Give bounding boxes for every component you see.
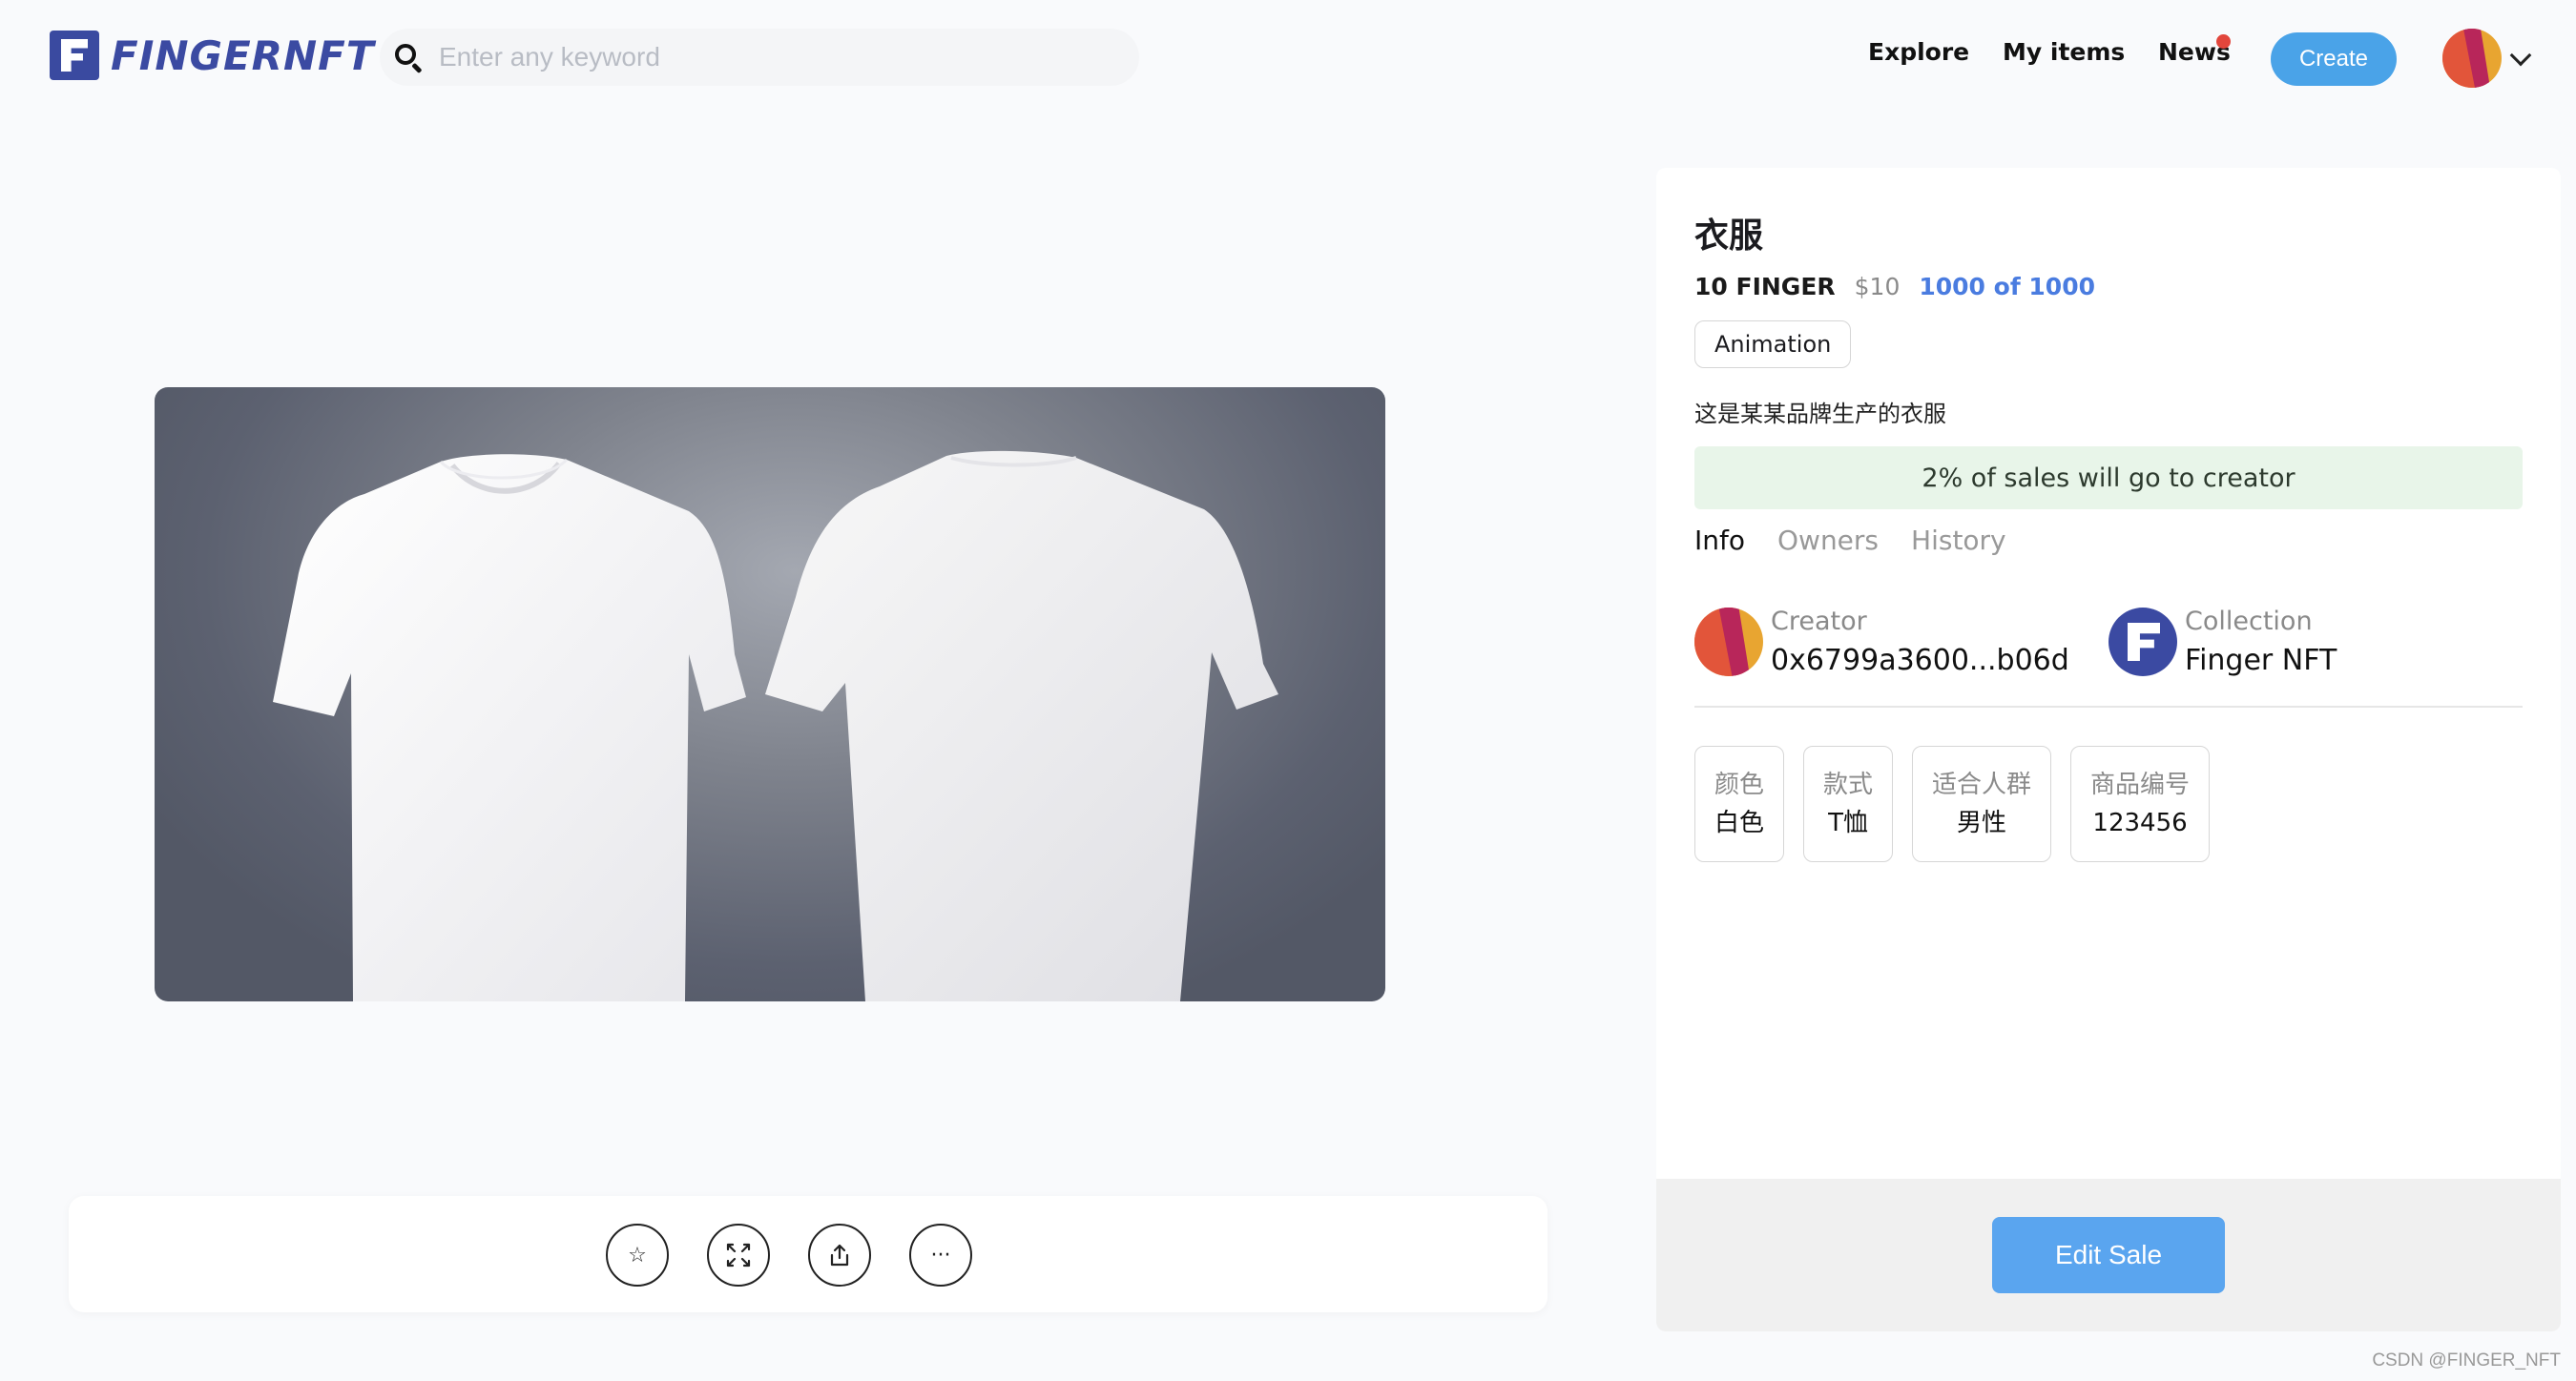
property-card: 适合人群 男性	[1912, 746, 2052, 862]
edit-sale-button[interactable]: Edit Sale	[1992, 1217, 2225, 1293]
royalty-notice: 2% of sales will go to creator	[1694, 446, 2523, 509]
create-button[interactable]: Create	[2271, 32, 2397, 86]
news-notification-dot	[2216, 34, 2231, 49]
property-card: 款式 T恤	[1803, 746, 1894, 862]
creator-avatar	[1694, 608, 1763, 676]
item-detail-panel: 衣服 10 FINGER $10 1000 of 1000 Animation …	[1656, 168, 2561, 1331]
property-card: 颜色 白色	[1694, 746, 1785, 862]
tab-info[interactable]: Info	[1694, 525, 1745, 556]
brand-logo[interactable]: FINGERNFT	[50, 31, 374, 80]
brand-name: FINGERNFT	[111, 31, 375, 79]
panel-footer: Edit Sale	[1656, 1179, 2561, 1331]
expand-icon	[726, 1243, 751, 1268]
nav-my-items[interactable]: My items	[2003, 38, 2125, 66]
share-icon	[830, 1244, 849, 1267]
item-title: 衣服	[1694, 216, 1764, 256]
nav-explore[interactable]: Explore	[1868, 38, 1969, 66]
detail-tabs: Info Owners History	[1694, 525, 2006, 556]
share-button[interactable]	[808, 1224, 871, 1287]
favorite-button[interactable]: ☆	[606, 1224, 669, 1287]
fullscreen-button[interactable]	[707, 1224, 770, 1287]
star-icon: ☆	[628, 1243, 647, 1268]
item-description: 这是某某品牌生产的衣服	[1694, 401, 1946, 427]
price-row: 10 FINGER $10 1000 of 1000	[1694, 273, 2095, 300]
property-key: 款式	[1823, 771, 1874, 799]
property-value: 123456	[2092, 809, 2188, 837]
tab-owners[interactable]: Owners	[1777, 525, 1879, 556]
collection-name[interactable]: Finger NFT	[2185, 641, 2337, 681]
creator-label: Creator	[1771, 607, 1867, 636]
user-avatar[interactable]	[2442, 29, 2502, 88]
property-value: 男性	[1957, 809, 2007, 837]
nft-media-image	[155, 387, 1385, 1001]
search-bar[interactable]	[380, 29, 1139, 86]
collection-label: Collection	[2185, 607, 2313, 636]
properties-list: 颜色 白色 款式 T恤 适合人群 男性 商品编号 123456	[1694, 746, 2211, 862]
media-action-bar: ☆ ···	[69, 1196, 1548, 1312]
logo-f-icon	[50, 31, 99, 80]
category-tag[interactable]: Animation	[1694, 320, 1852, 368]
search-input[interactable]	[439, 42, 1088, 72]
more-options-button[interactable]: ···	[909, 1224, 972, 1287]
property-key: 适合人群	[1932, 771, 2032, 799]
item-quantity: 1000 of 1000	[1919, 273, 2095, 300]
property-key: 颜色	[1714, 771, 1765, 799]
top-header: FINGERNFT Explore My items News Create	[0, 0, 2576, 114]
creator-address[interactable]: 0x6799a3600...b06d	[1771, 641, 2069, 681]
property-key: 商品编号	[2090, 771, 2191, 799]
collection-logo-icon	[2109, 608, 2177, 676]
creator-info[interactable]: Creator 0x6799a3600...b06d	[1694, 603, 2069, 681]
divider	[1694, 706, 2523, 708]
property-value: 白色	[1714, 809, 1765, 837]
property-value: T恤	[1828, 809, 1868, 837]
collection-info[interactable]: Collection Finger NFT	[2109, 603, 2337, 681]
item-price: 10 FINGER	[1694, 273, 1836, 300]
property-card: 商品编号 123456	[2070, 746, 2211, 862]
search-icon	[391, 40, 426, 74]
tab-history[interactable]: History	[1911, 525, 2006, 556]
chevron-down-icon[interactable]	[2509, 44, 2532, 67]
ellipsis-icon: ···	[930, 1243, 951, 1268]
tshirt-image	[273, 450, 1278, 1001]
watermark: CSDN @FINGER_NFT	[2372, 1350, 2561, 1371]
item-price-usd: $10	[1854, 273, 1901, 300]
